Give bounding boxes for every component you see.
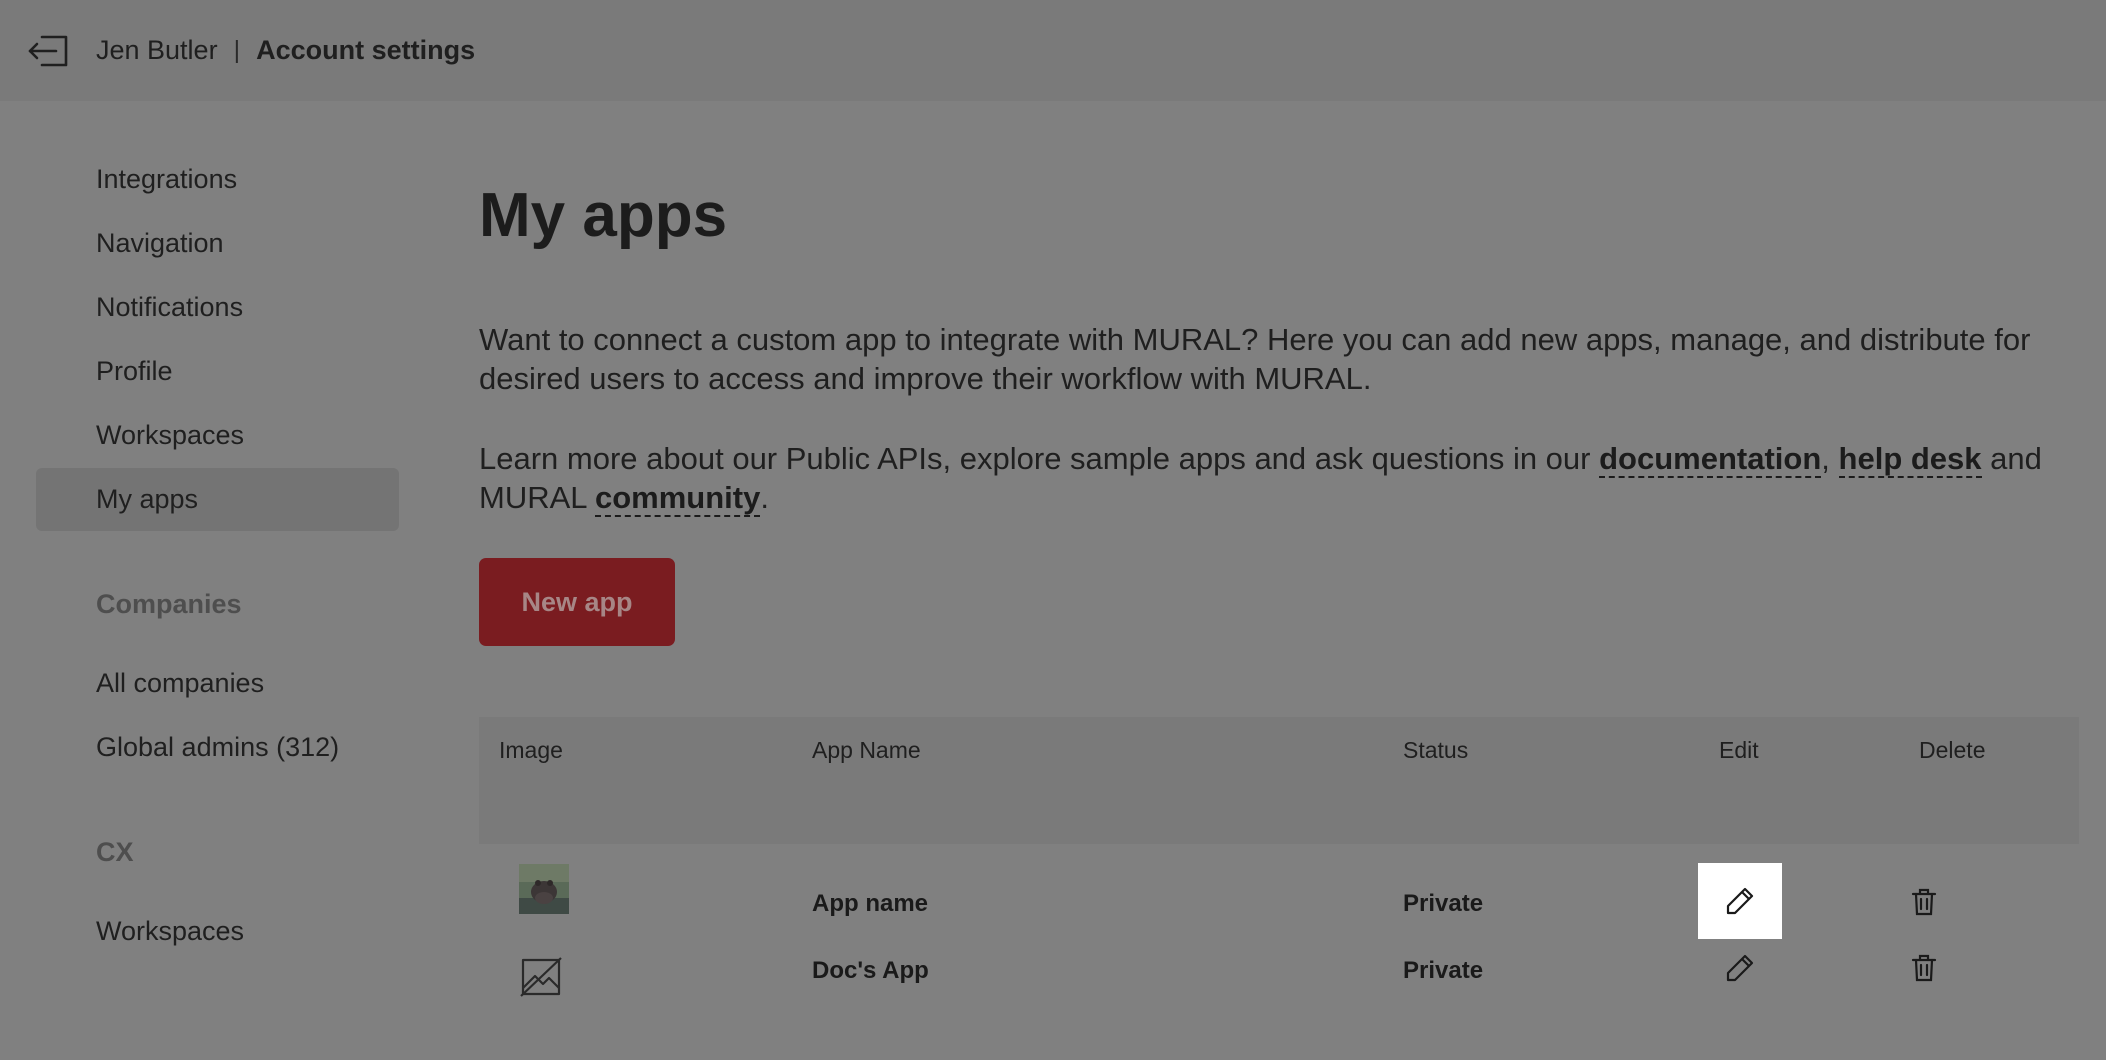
top-bar: Jen Butler | Account settings (0, 0, 2106, 101)
sidebar-item-profile[interactable]: Profile (36, 340, 399, 403)
sidebar-item-workspaces[interactable]: Workspaces (36, 404, 399, 467)
delete-button[interactable] (1899, 877, 1949, 927)
apps-table: Image App Name Status Edit Delete App na… (479, 717, 2079, 1018)
sidebar-item-global-admins[interactable]: Global admins (312) (36, 716, 399, 779)
comma: , (1821, 441, 1830, 476)
trash-icon (1911, 888, 1937, 916)
column-header-app-name: App Name (812, 737, 921, 763)
sidebar-item-my-apps[interactable]: My apps (36, 468, 399, 531)
community-link[interactable]: community (594, 480, 761, 517)
delete-button[interactable] (1899, 943, 1949, 993)
column-header-edit: Edit (1719, 737, 1759, 763)
column-header-delete: Delete (1919, 737, 1986, 763)
intro-text: Want to connect a custom app to integrat… (479, 322, 2031, 396)
table-row: Doc's App Private (479, 931, 2079, 1018)
sidebar-item-notifications[interactable]: Notifications (36, 276, 399, 339)
app-thumbnail-hippo (519, 864, 569, 914)
documentation-link[interactable]: documentation (1599, 441, 1822, 478)
column-header-image: Image (499, 737, 563, 763)
learn-more-prefix: Learn more about our Public APIs, explor… (479, 441, 1600, 476)
table-header: Image App Name Status Edit Delete (479, 717, 2079, 844)
learn-more-text: Learn more about our Public APIs, explor… (479, 439, 2079, 517)
companies-heading: Companies (96, 589, 242, 619)
new-app-button[interactable]: New app (479, 558, 675, 646)
pencil-icon (1726, 954, 1754, 982)
help-desk-link[interactable]: help desk (1838, 441, 1982, 478)
app-name: App name (812, 890, 929, 917)
sidebar-item-integrations[interactable]: Integrations (36, 148, 399, 211)
sidebar-item-cx-workspaces[interactable]: Workspaces (36, 900, 399, 963)
trash-icon (1911, 954, 1937, 982)
period: . (760, 480, 769, 515)
exit-icon[interactable] (26, 31, 70, 71)
user-name: Jen Butler (96, 35, 218, 65)
header-separator: | (233, 36, 241, 64)
cx-heading: CX (96, 837, 134, 867)
edit-button[interactable] (1698, 863, 1782, 939)
app-status: Private (1403, 890, 1484, 917)
edit-button[interactable] (1715, 943, 1765, 993)
image-placeholder-icon (519, 954, 569, 1004)
pencil-icon (1726, 887, 1754, 915)
sidebar: Integrations Navigation Notifications Pr… (36, 148, 399, 964)
page-title: My apps (479, 181, 728, 250)
page-header-title: Account settings (256, 35, 476, 65)
table-row: App name Private (479, 844, 2079, 939)
sidebar-item-all-companies[interactable]: All companies (36, 652, 399, 715)
app-status: Private (1403, 957, 1484, 984)
sidebar-item-navigation[interactable]: Navigation (36, 212, 399, 275)
column-header-status: Status (1403, 737, 1469, 763)
app-name: Doc's App (812, 957, 929, 984)
